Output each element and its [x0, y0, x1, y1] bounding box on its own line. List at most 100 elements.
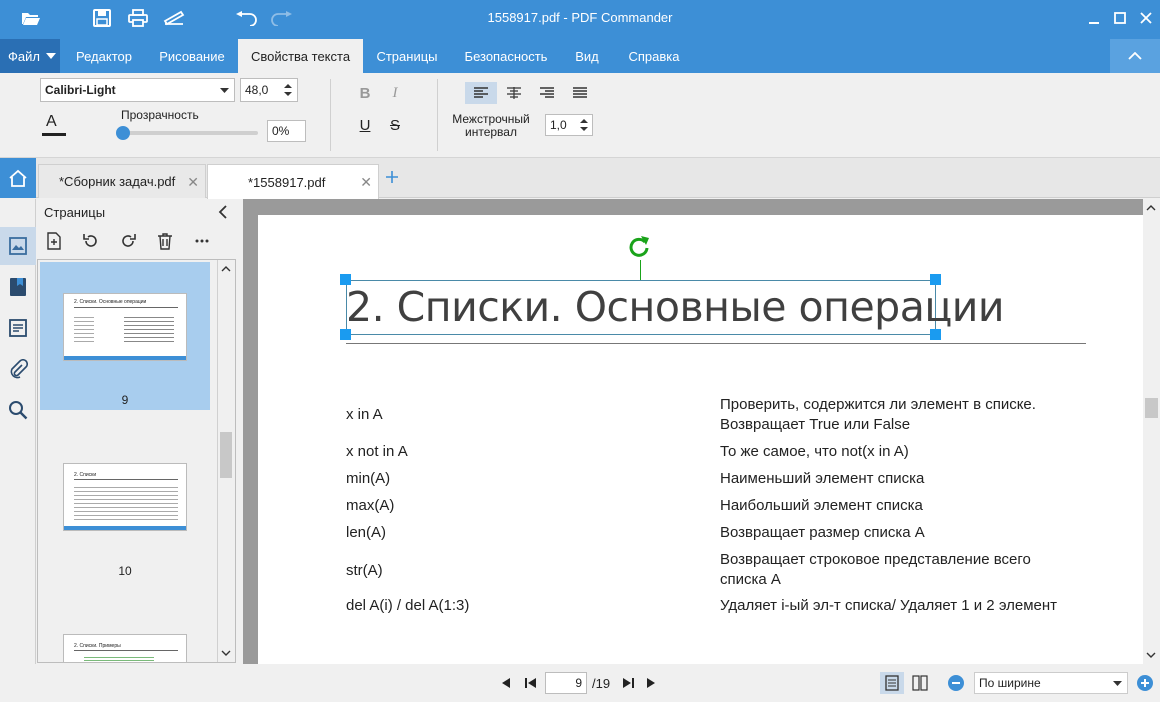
opacity-slider[interactable] — [116, 126, 258, 140]
doc-tab[interactable]: *Сборник задач.pdf ✕ — [38, 164, 206, 198]
document-viewport: 2. Списки. Основные операции x in A Пров… — [243, 199, 1160, 665]
tab-text-properties[interactable]: Свойства текста — [238, 39, 363, 73]
description-line: Возвращает True или False — [720, 416, 911, 433]
text-color-button[interactable]: A — [40, 111, 68, 137]
page-heading[interactable]: 2. Списки. Основные операции — [346, 283, 1005, 331]
page-number-label: 9 — [121, 393, 129, 407]
close-icon[interactable] — [1132, 6, 1160, 30]
first-page-button[interactable] — [520, 673, 542, 693]
spinner-arrows-icon[interactable] — [284, 83, 292, 97]
chevron-up-icon[interactable] — [221, 266, 231, 272]
page-total: /19 — [592, 676, 611, 691]
zoom-out-button[interactable] — [945, 673, 967, 693]
tab-editor[interactable]: Редактор — [62, 39, 146, 73]
font-family-value: Calibri-Light — [45, 83, 116, 97]
new-tab-button[interactable] — [384, 169, 402, 187]
description-cell: Возвращает размер списка A — [720, 524, 925, 541]
line-spacing-value: 1,0 — [550, 118, 567, 132]
underline-button[interactable]: U — [352, 113, 378, 137]
pages-panel: Страницы 2. Списки. Основные операции 9 … — [36, 199, 237, 664]
tab-security[interactable]: Безопасность — [451, 39, 561, 73]
align-center-button[interactable] — [501, 82, 527, 104]
close-tab-icon[interactable]: ✕ — [187, 174, 199, 191]
heading-underline — [346, 343, 1086, 344]
search-button[interactable] — [0, 391, 36, 429]
prev-page-button[interactable] — [495, 673, 517, 693]
file-menu-button[interactable]: Файл — [0, 39, 60, 73]
align-justify-button[interactable] — [567, 82, 593, 104]
text-properties-ribbon: Calibri-Light 48,0 A Прозрачность 0% B I… — [0, 73, 1160, 158]
page-thumbnail[interactable]: 2. Списки. Примеры — [63, 634, 187, 662]
align-center-icon — [507, 87, 521, 99]
tab-view[interactable]: Вид — [561, 39, 613, 73]
chevron-down-icon — [1113, 681, 1122, 686]
font-family-select[interactable]: Calibri-Light — [40, 78, 235, 102]
skip-first-icon — [525, 678, 536, 688]
chevron-down-icon[interactable] — [1146, 652, 1156, 658]
last-page-button[interactable] — [617, 673, 639, 693]
operation-cell: len(A) — [346, 524, 387, 541]
page-number-label: 10 — [118, 564, 132, 578]
zoom-in-button[interactable] — [1134, 673, 1156, 693]
doc-tab-active[interactable]: *1558917.pdf ✕ — [207, 164, 379, 199]
attachments-button[interactable] — [0, 350, 36, 388]
page-thumbnail[interactable]: 2. Списки. Основные операции — [63, 293, 187, 361]
scrollbar-thumb[interactable] — [220, 432, 232, 478]
align-left-button[interactable] — [465, 82, 497, 104]
page-thumbnails-list: 2. Списки. Основные операции 9 2. Списки… — [37, 259, 236, 663]
triangle-left-icon — [502, 678, 510, 688]
add-page-icon — [47, 232, 61, 250]
add-page-button[interactable] — [46, 232, 64, 250]
font-size-stepper[interactable]: 48,0 — [240, 78, 298, 102]
home-button[interactable] — [0, 158, 36, 198]
scrollbar-thumb[interactable] — [1145, 398, 1158, 418]
page-number-input[interactable]: 9 — [545, 672, 587, 694]
chevron-down-icon[interactable] — [221, 650, 231, 656]
operation-cell: del A(i) / del A(1:3) — [346, 597, 470, 614]
two-page-icon — [912, 675, 928, 691]
bookmarks-button[interactable] — [0, 268, 36, 306]
line-spacing-label: Межстрочный интервал — [446, 113, 536, 139]
bold-button[interactable]: B — [352, 81, 378, 105]
description-line: Проверить, содержится ли элемент в списк… — [720, 396, 1036, 413]
document-tabs: *Сборник задач.pdf ✕ *1558917.pdf ✕ — [0, 158, 1160, 199]
ribbon-divider — [330, 79, 331, 151]
chevron-up-icon[interactable] — [1146, 205, 1156, 211]
tab-help[interactable]: Справка — [613, 39, 695, 73]
spinner-arrows-icon[interactable] — [580, 118, 588, 132]
tab-drawing[interactable]: Рисование — [146, 39, 238, 73]
close-tab-icon[interactable]: ✕ — [360, 174, 372, 191]
italic-button[interactable]: I — [382, 81, 408, 105]
strikethrough-button[interactable]: S — [382, 113, 408, 137]
operation-cell: min(A) — [346, 470, 391, 487]
single-page-view-button[interactable] — [880, 672, 904, 694]
rotate-left-button[interactable] — [82, 232, 100, 250]
opacity-input[interactable]: 0% — [267, 120, 306, 142]
rotate-handle-icon[interactable] — [627, 234, 653, 260]
thumbnails-scrollbar[interactable] — [217, 260, 235, 662]
thumbnail-caption: 2. Списки. Основные операции — [74, 299, 147, 305]
title-bar: 1558917.pdf - PDF Commander — [0, 0, 1160, 36]
delete-page-button[interactable] — [157, 232, 175, 250]
rotate-right-button[interactable] — [119, 232, 137, 250]
next-page-button[interactable] — [640, 673, 662, 693]
description-cell: Наименьший элемент списка — [720, 470, 925, 487]
thumbnail-caption: 2. Списки. Примеры — [74, 643, 121, 649]
trash-icon — [158, 233, 172, 250]
minimize-icon[interactable] — [1080, 6, 1108, 30]
line-spacing-stepper[interactable]: 1,0 — [545, 114, 593, 136]
page-thumbnail[interactable]: 2. Списки — [63, 463, 187, 531]
collapse-ribbon-button[interactable] — [1110, 39, 1160, 73]
more-options-button[interactable] — [194, 232, 212, 250]
opacity-slider-knob[interactable] — [116, 126, 130, 140]
annotations-button[interactable] — [0, 309, 36, 347]
collapse-panel-button[interactable] — [218, 205, 232, 219]
text-color-letter: A — [46, 113, 57, 130]
maximize-icon[interactable] — [1106, 6, 1134, 30]
zoom-select[interactable]: По ширине — [974, 672, 1128, 694]
two-page-view-button[interactable] — [909, 673, 931, 693]
align-right-button[interactable] — [534, 82, 560, 104]
tab-pages[interactable]: Страницы — [363, 39, 451, 73]
pages-panel-button[interactable] — [0, 227, 36, 265]
document-scrollbar[interactable] — [1143, 199, 1160, 664]
